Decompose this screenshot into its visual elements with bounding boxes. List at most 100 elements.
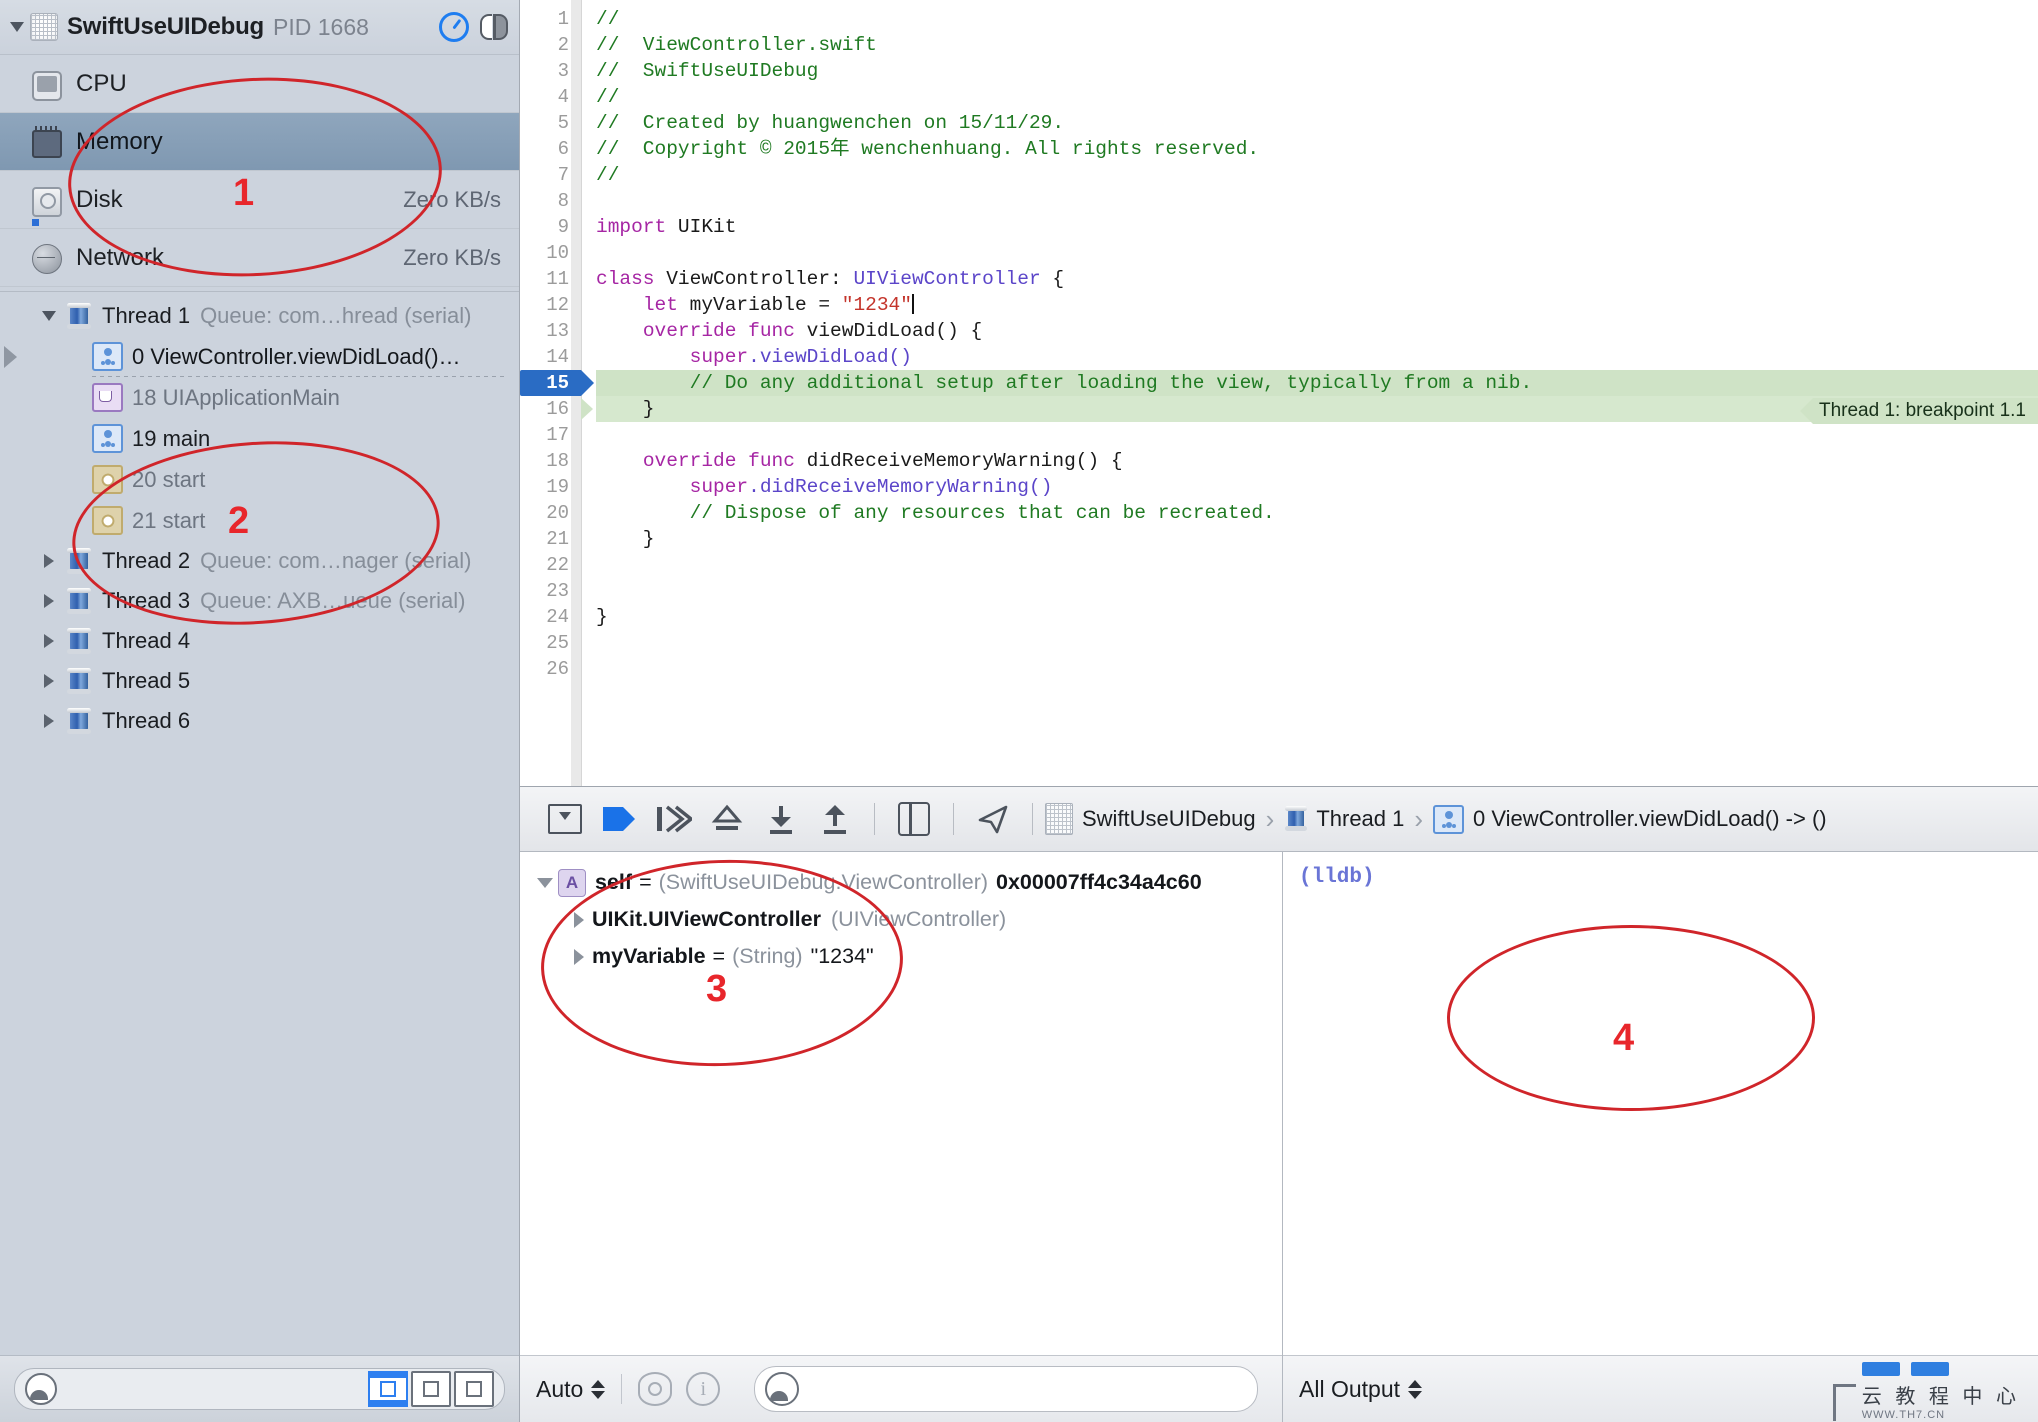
thread-queue: Queue: com…hread (serial)	[200, 303, 471, 329]
hide-debug-area-button[interactable]	[538, 799, 592, 839]
thread-row-4[interactable]: Thread 4	[0, 621, 519, 661]
stack-frame-row[interactable]: 19 main	[0, 418, 519, 459]
thread-disclosure-triangle[interactable]	[40, 592, 58, 610]
variable-disclosure-triangle[interactable]	[568, 911, 590, 929]
stack-frame-row[interactable]: 21 start	[0, 500, 519, 541]
code-comment: // Dispose of any resources that can be …	[690, 502, 1275, 524]
code-keyword: super	[690, 346, 749, 368]
gauge-label: CPU	[76, 70, 127, 98]
console-output[interactable]: (lldb)	[1283, 852, 2038, 1355]
thread-row-2[interactable]: Thread 2 Queue: com…nager (serial)	[0, 541, 519, 581]
gauge-row-disk[interactable]: Disk Zero KB/s	[0, 171, 519, 229]
thread-disclosure-triangle[interactable]	[40, 307, 58, 325]
process-disclosure-triangle[interactable]	[8, 18, 26, 36]
variables-list[interactable]: A self = (SwiftUseUIDebug.ViewController…	[520, 852, 1282, 1355]
step-out-button[interactable]	[754, 799, 808, 839]
debug-view-hierarchy-icon	[898, 802, 930, 836]
thread-row-5[interactable]: Thread 5	[0, 661, 519, 701]
thread-row-3[interactable]: Thread 3 Queue: AXB…ueue (serial)	[0, 581, 519, 621]
breakpoint-annotation[interactable]: Thread 1: breakpoint 1.1	[1813, 398, 2038, 424]
memory-icon	[32, 129, 62, 155]
breadcrumb-frame[interactable]: 0 ViewController.viewDidLoad() -> ()	[1473, 806, 1827, 832]
show-only-blocks-button[interactable]	[411, 1371, 451, 1407]
line-number: 11	[520, 266, 581, 292]
code-string: "1234"	[842, 294, 912, 316]
line-number: 12	[520, 292, 581, 318]
output-filter-popup[interactable]: All Output	[1299, 1376, 1422, 1403]
gear-frame-icon	[92, 465, 123, 494]
variable-row-self[interactable]: A self = (SwiftUseUIDebug.ViewController…	[534, 864, 1282, 901]
navigator-filter-field[interactable]	[14, 1368, 505, 1410]
breadcrumb-thread[interactable]: Thread 1	[1316, 806, 1404, 832]
stack-frame-label: 0 ViewController.viewDidLoad()…	[132, 344, 461, 370]
variables-filter-field[interactable]	[754, 1366, 1258, 1412]
thread-spool-icon	[66, 668, 92, 694]
continue-program-icon	[601, 804, 637, 834]
thread-row-1[interactable]: Thread 1 Queue: com…hread (serial)	[0, 296, 519, 336]
variable-name: self	[595, 870, 632, 895]
step-into-icon	[709, 803, 745, 835]
thread-disclosure-triangle[interactable]	[40, 712, 58, 730]
text-caret	[912, 294, 914, 314]
gauge-row-memory[interactable]: Memory	[0, 113, 519, 171]
breadcrumb-process[interactable]: SwiftUseUIDebug	[1082, 806, 1256, 832]
simulate-location-button[interactable]	[966, 799, 1020, 839]
console-footer: All Output 云 教 程 中 心 WWW.TH7.CN	[1283, 1355, 2038, 1422]
app-icon	[1045, 803, 1073, 835]
thread-spool-icon	[66, 548, 92, 574]
system-frame-icon	[92, 383, 123, 412]
variable-disclosure-triangle[interactable]	[568, 948, 590, 966]
split-view-icon[interactable]	[479, 12, 509, 42]
view-debug-button[interactable]	[887, 799, 941, 839]
process-header-row[interactable]: SwiftUseUIDebug PID 1668	[0, 0, 519, 55]
gauge-icon[interactable]	[439, 12, 469, 42]
stack-frame-row[interactable]: 18 UIApplicationMain	[0, 377, 519, 418]
gauge-row-network[interactable]: Network Zero KB/s	[0, 229, 519, 287]
process-pid: PID 1668	[273, 14, 369, 41]
step-into-button[interactable]	[700, 799, 754, 839]
gauge-value: Zero KB/s	[403, 245, 501, 271]
watermark: 云 教 程 中 心 WWW.TH7.CN	[1833, 1362, 2020, 1421]
gauge-label: Network	[76, 244, 164, 272]
show-threads-grouped-button[interactable]	[454, 1371, 494, 1407]
info-icon[interactable]: i	[686, 1372, 720, 1406]
line-number-gutter[interactable]: 1 2 3 4 5 6 7 8 9 10 11 12 13 14 15 16 1…	[520, 0, 582, 786]
step-over-button[interactable]	[646, 799, 700, 839]
stack-frame-row[interactable]: 0 ViewController.viewDidLoad()…	[0, 336, 519, 377]
code-comment: // Created by huangwenchen on 15/11/29.	[596, 112, 1064, 134]
stack-frame-row[interactable]: 20 start	[0, 459, 519, 500]
footer-separator	[621, 1374, 622, 1404]
line-number: 5	[520, 110, 581, 136]
variable-row-superclass[interactable]: UIKit.UIViewController (UIViewController…	[568, 901, 1282, 938]
variable-row-myvariable[interactable]: myVariable = (String) "1234"	[568, 938, 1282, 975]
continue-button[interactable]	[592, 799, 646, 839]
thread-disclosure-triangle[interactable]	[40, 632, 58, 650]
watch-expression-icon[interactable]	[638, 1372, 672, 1406]
code-comment: // Copyright © 2015年 wenchenhuang. All r…	[596, 138, 1259, 160]
thread-spool-icon	[1284, 806, 1308, 832]
code-line: // SwiftUseUIDebug	[596, 58, 2038, 84]
network-icon	[32, 245, 62, 271]
show-only-stack-frames-button[interactable]	[368, 1371, 408, 1407]
disk-icon	[32, 187, 62, 213]
toolbar-separator	[1032, 803, 1033, 835]
breadcrumb: SwiftUseUIDebug › Thread 1 › 0 ViewContr…	[1045, 803, 1827, 835]
code-type: .viewDidLoad()	[748, 346, 912, 368]
line-number: 24	[520, 604, 581, 630]
debug-navigator: SwiftUseUIDebug PID 1668 CPU Memory	[0, 0, 520, 1422]
code-text-area[interactable]: // // ViewController.swift // SwiftUseUI…	[582, 0, 2038, 786]
breakpoint-line-number: 16	[520, 396, 581, 422]
code-keyword: class	[596, 268, 655, 290]
thread-row-6[interactable]: Thread 6	[0, 701, 519, 741]
cpu-icon	[32, 71, 62, 97]
source-editor[interactable]: 1 2 3 4 5 6 7 8 9 10 11 12 13 14 15 16 1…	[520, 0, 2038, 787]
variable-scope-popup[interactable]: Auto	[536, 1376, 605, 1403]
code-line: let myVariable = "1234"	[596, 292, 2038, 318]
navigator-divider	[0, 291, 519, 292]
gauge-row-cpu[interactable]: CPU	[0, 55, 519, 113]
watermark-subtext: WWW.TH7.CN	[1862, 1409, 2020, 1421]
thread-disclosure-triangle[interactable]	[40, 552, 58, 570]
step-up-button[interactable]	[808, 799, 862, 839]
thread-disclosure-triangle[interactable]	[40, 672, 58, 690]
variable-disclosure-triangle[interactable]	[534, 874, 556, 892]
